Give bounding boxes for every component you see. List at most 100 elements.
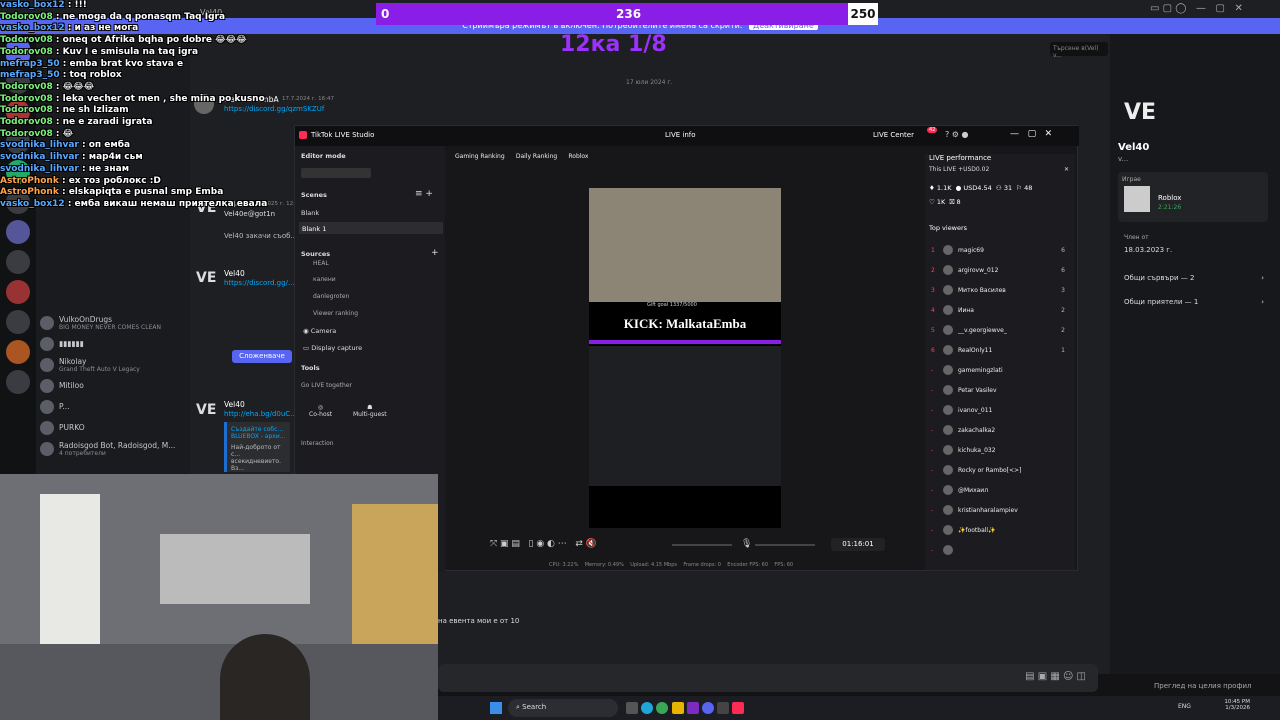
gift-icon: ⛝ xyxy=(949,198,955,206)
preview-gift-goal: Gift goal 1337/5000 xyxy=(647,302,697,308)
viewer-row[interactable]: - kichuka_032 xyxy=(931,440,1075,460)
mutual-servers[interactable]: Общи сървъри — 2 › xyxy=(1124,274,1264,282)
discord-icon[interactable] xyxy=(701,702,714,714)
member-item[interactable]: Mitiloo xyxy=(36,375,190,396)
viewer-name: Митко Василев xyxy=(958,286,1006,294)
app-title: TikTok LIVE Studio xyxy=(311,131,375,139)
mic-icon[interactable]: 🎙 xyxy=(741,539,752,549)
multiguest-button[interactable]: ☗ Multi-guest xyxy=(353,404,387,418)
chat-line: Todorov08 : 😂😂😂 xyxy=(0,82,300,94)
chat-line: mefrap3_50 : emba brat kvo stava e xyxy=(0,59,300,71)
tiktok-titlebar: TikTok LIVE Studio LIVE info LIVE Center… xyxy=(295,126,1079,146)
chat-message: : ne sh Izlizam xyxy=(52,105,129,116)
server-icon[interactable] xyxy=(6,340,30,364)
window-controls[interactable]: ▭ ▢ ◯ — ▢ ✕ xyxy=(1150,3,1243,14)
chat-username: mefrap3_50 xyxy=(0,70,60,81)
close-icon[interactable]: ✕ xyxy=(1064,166,1069,173)
source-item[interactable]: HEAL xyxy=(313,260,329,267)
member-item[interactable]: Nikolay Grand Theft Auto V Legacy xyxy=(36,354,190,375)
source-item[interactable]: калени xyxy=(313,276,336,283)
volume-slider[interactable] xyxy=(672,544,732,546)
taskbar-search[interactable]: ⌕ Search xyxy=(508,699,618,717)
viewer-row[interactable]: 2 argirovw_012 6 xyxy=(931,260,1075,280)
editor-mode-dropdown[interactable]: Editor mode xyxy=(301,152,346,160)
viewer-name: ivanov_011 xyxy=(958,406,993,414)
window-controls[interactable]: — ▢ ✕ xyxy=(1010,129,1052,139)
member-item[interactable]: ▮▮▮▮▮▮ xyxy=(36,333,190,354)
viewer-row[interactable]: - @Михаил xyxy=(931,480,1075,500)
this-live-row[interactable]: This LIVE +USD0.02 ✕ xyxy=(929,166,1069,178)
invite-join-button[interactable]: Сложенваче xyxy=(232,350,292,363)
source-item-display[interactable]: ▭ Display capture xyxy=(303,344,362,352)
viewer-row[interactable]: - ✨football✨ xyxy=(931,520,1075,540)
preview-controls[interactable]: ⤧ ▣ ▤ ▯ ◉ ◐ ⋯ ⇄ 🔇 xyxy=(490,539,597,549)
server-icon[interactable] xyxy=(6,370,30,394)
chat-message: : emba brat kvo stava e xyxy=(59,58,184,69)
chrome-icon[interactable] xyxy=(656,702,669,714)
scene-item-selected[interactable]: Blank 1 xyxy=(299,222,443,234)
start-icon[interactable] xyxy=(490,702,502,714)
viewer-row[interactable]: 3 Митко Василев 3 xyxy=(931,280,1075,300)
message-composer[interactable]: ▤ ▣ ▦ ☺ ◫ xyxy=(438,664,1098,692)
settings-icons[interactable]: ? ⚙ ● xyxy=(945,130,968,139)
tag-roblox[interactable]: Roblox xyxy=(568,153,588,160)
language-indicator[interactable]: ENG xyxy=(1178,703,1191,710)
viewer-row[interactable]: - ivanov_011 xyxy=(931,400,1075,420)
clock[interactable]: 10:45 PM 1/3/2026 xyxy=(1220,699,1250,711)
viewer-row[interactable]: 6 RealOnly11 1 xyxy=(931,340,1075,360)
view-full-profile[interactable]: Преглед на целия профил xyxy=(1154,682,1251,690)
chat-line: Todorov08 : oneq ot Afrika bqha po dobre… xyxy=(0,35,300,47)
scene-item[interactable]: Blank xyxy=(301,209,319,217)
composer-icons[interactable]: ▤ ▣ ▦ ☺ ◫ xyxy=(1025,671,1086,682)
viewer-name: gamemingzlati xyxy=(958,366,1003,374)
member-item[interactable]: PURKO xyxy=(36,417,190,438)
upload-stat: Upload: 4.15 Mbps xyxy=(630,562,677,568)
member-item[interactable]: P... xyxy=(36,396,190,417)
viewer-row[interactable]: - zakachalka2 xyxy=(931,420,1075,440)
money-icon: ● xyxy=(955,184,962,192)
live-info-button[interactable]: LIVE info xyxy=(665,131,696,139)
viewer-row[interactable]: - Rocky or Rambo[<>] xyxy=(931,460,1075,480)
tag-gaming-ranking[interactable]: Gaming Ranking xyxy=(455,153,505,160)
explorer-icon[interactable] xyxy=(671,702,684,714)
viewer-name: kristianharalampiev xyxy=(958,506,1018,514)
stat-value: 1.1K xyxy=(936,184,952,192)
viewer-row[interactable]: - gamemingzlati xyxy=(931,360,1075,380)
viewer-count: 1 xyxy=(1061,346,1065,354)
search-input[interactable]: Търсене в(Vel) v... xyxy=(1050,42,1108,59)
portrait-toggle[interactable] xyxy=(301,168,371,178)
chat-message: : и аз не мога xyxy=(64,23,139,34)
source-item[interactable]: danlegroten xyxy=(313,293,349,300)
viewer-row[interactable]: - kristianharalampiev xyxy=(931,500,1075,520)
source-item[interactable]: Viewer ranking xyxy=(313,310,358,317)
top-viewers-tab[interactable]: Top viewers xyxy=(929,224,967,232)
member-item[interactable]: Radoisgod Bot, Radoisgod, M... 4 потребит… xyxy=(36,438,190,459)
chat-message: : емба викаш немаш приятелка евала xyxy=(64,198,268,209)
viewer-row[interactable]: 4 Иина 2 xyxy=(931,300,1075,320)
member-item[interactable]: VulkoOnDrugs BIG MONEY NEVER COMES CLEAN xyxy=(36,312,190,333)
message-link[interactable]: http://eha.bg/d0uC... xyxy=(224,410,297,418)
profile-logo-icon: VE xyxy=(1124,100,1157,125)
mutual-friends[interactable]: Общи приятели — 1 › xyxy=(1124,298,1264,306)
app-icon[interactable] xyxy=(717,702,730,714)
viewer-row[interactable]: - Petar Vasilev xyxy=(931,380,1075,400)
add-source-icon[interactable]: + xyxy=(431,248,439,258)
viewer-row[interactable]: 1 magic69 6 xyxy=(931,240,1075,260)
mic-slider[interactable] xyxy=(755,544,815,546)
taskview-icon[interactable] xyxy=(626,702,638,714)
edge-icon[interactable] xyxy=(641,702,654,714)
avatar xyxy=(943,545,953,555)
tiktok-studio-icon[interactable] xyxy=(732,702,745,714)
add-scene-icon[interactable]: ≡ + xyxy=(415,189,433,199)
live-center-button[interactable]: LIVE Center xyxy=(873,131,914,139)
tag-daily-ranking[interactable]: Daily Ranking xyxy=(516,153,557,160)
source-item-camera[interactable]: ◉ Camera xyxy=(303,327,336,335)
server-icon[interactable] xyxy=(6,310,30,334)
app-icon[interactable] xyxy=(686,702,699,714)
member-name: Mitiloo xyxy=(59,381,84,390)
embed-title[interactable]: Създайте собс... BLUEBOX - архи... xyxy=(231,426,286,440)
viewer-row[interactable]: 5 __v.georgiewve_ 2 xyxy=(931,320,1075,340)
avatar xyxy=(943,425,953,435)
cohost-button[interactable]: ◎ Co-host xyxy=(309,404,332,418)
viewer-row[interactable]: - xyxy=(931,540,1075,560)
